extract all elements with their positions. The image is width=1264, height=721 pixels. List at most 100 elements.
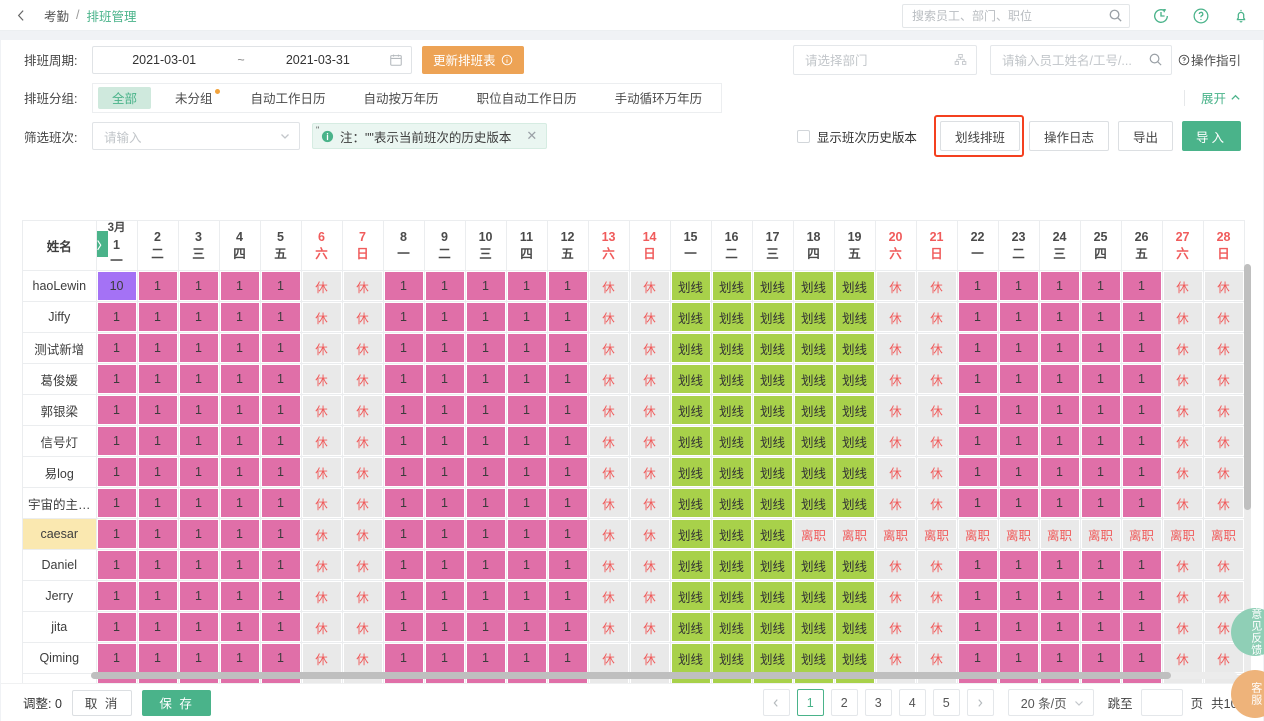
shift-cell[interactable]: 1 (219, 271, 260, 302)
shift-cell[interactable]: 划线 (711, 643, 752, 674)
shift-cell[interactable]: 休 (301, 271, 342, 302)
shift-cell[interactable]: 1 (1121, 426, 1162, 457)
shift-cell[interactable]: 1 (465, 643, 506, 674)
shift-cell[interactable]: 1 (383, 519, 424, 550)
shift-cell[interactable]: 划线 (752, 426, 793, 457)
shift-cell[interactable]: 1 (137, 457, 178, 488)
shift-cell[interactable]: 1 (1080, 643, 1121, 674)
shift-cell[interactable]: 划线 (670, 643, 711, 674)
breadcrumb-root[interactable]: 考勤 (44, 6, 69, 25)
shift-cell[interactable]: 1 (1039, 581, 1080, 612)
shift-cell[interactable]: 1 (219, 364, 260, 395)
page-size-select[interactable]: 20 条/页 (1008, 689, 1094, 716)
shift-cell[interactable]: 1 (1039, 395, 1080, 426)
shift-cell[interactable]: 1 (424, 457, 465, 488)
group-tab-2[interactable]: 自动工作日历 (237, 87, 340, 109)
shift-cell[interactable]: 1 (1121, 364, 1162, 395)
shift-cell[interactable]: 1 (1080, 550, 1121, 581)
shift-cell[interactable]: 休 (916, 643, 957, 674)
shift-cell[interactable]: 休 (629, 426, 670, 457)
shift-cell[interactable]: 划线 (752, 581, 793, 612)
shift-cell[interactable]: 划线 (711, 519, 752, 550)
action-button-0[interactable]: 划线排班 (940, 121, 1020, 151)
horizontal-scrollbar-thumb[interactable] (91, 672, 1171, 679)
close-icon[interactable]: ✕ (526, 128, 537, 144)
shift-cell[interactable]: 休 (1162, 643, 1203, 674)
shift-cell[interactable]: 1 (506, 426, 547, 457)
shift-cell[interactable]: 休 (629, 612, 670, 643)
page-button-3[interactable]: 3 (865, 689, 892, 716)
shift-cell[interactable]: 划线 (834, 550, 875, 581)
shift-cell[interactable]: 1 (178, 519, 219, 550)
shift-cell[interactable]: 1 (424, 488, 465, 519)
shift-cell[interactable]: 1 (465, 271, 506, 302)
shift-cell[interactable]: 划线 (752, 333, 793, 364)
shift-cell[interactable]: 离职 (1162, 519, 1203, 550)
shift-cell[interactable]: 划线 (670, 519, 711, 550)
shift-cell[interactable]: 划线 (711, 395, 752, 426)
shift-cell[interactable]: 休 (1203, 581, 1244, 612)
shift-cell[interactable]: 休 (875, 612, 916, 643)
group-tab-3[interactable]: 自动按万年历 (350, 87, 453, 109)
page-button-1[interactable]: 1 (797, 689, 824, 716)
shift-cell[interactable]: 1 (178, 457, 219, 488)
shift-cell[interactable]: 1 (465, 488, 506, 519)
shift-cell[interactable]: 1 (1080, 271, 1121, 302)
shift-cell[interactable]: 休 (1203, 550, 1244, 581)
shift-cell[interactable]: 1 (465, 302, 506, 333)
shift-cell[interactable]: 1 (547, 271, 588, 302)
save-button[interactable]: 保 存 (142, 690, 210, 716)
shift-cell[interactable]: 休 (875, 302, 916, 333)
shift-cell[interactable]: 休 (1162, 457, 1203, 488)
shift-cell[interactable]: 休 (1203, 271, 1244, 302)
shift-cell[interactable]: 1 (219, 519, 260, 550)
shift-cell[interactable]: 1 (260, 426, 301, 457)
page-button-5[interactable]: 5 (933, 689, 960, 716)
employee-name-cell[interactable]: Jiffy (23, 302, 97, 333)
shift-cell[interactable]: 1 (383, 395, 424, 426)
shift-cell[interactable]: 1 (96, 519, 137, 550)
shift-cell[interactable]: 1 (1080, 488, 1121, 519)
shift-cell[interactable]: 划线 (834, 488, 875, 519)
shift-cell[interactable]: 划线 (670, 488, 711, 519)
shift-cell[interactable]: 1 (219, 333, 260, 364)
shift-cell[interactable]: 休 (916, 302, 957, 333)
shift-cell[interactable]: 1 (219, 302, 260, 333)
shift-cell[interactable]: 1 (178, 426, 219, 457)
shift-cell[interactable]: 休 (1203, 333, 1244, 364)
employee-name-cell[interactable]: Jerry (23, 581, 97, 612)
shift-cell[interactable]: 离职 (998, 519, 1039, 550)
shift-cell[interactable]: 休 (301, 426, 342, 457)
shift-cell[interactable]: 1 (506, 395, 547, 426)
shift-cell[interactable]: 1 (998, 643, 1039, 674)
shift-cell[interactable]: 1 (547, 457, 588, 488)
shift-cell[interactable]: 划线 (752, 643, 793, 674)
shift-cell[interactable]: 划线 (793, 488, 834, 519)
shift-cell[interactable]: 休 (629, 333, 670, 364)
shift-cell[interactable]: 划线 (711, 302, 752, 333)
shift-cell[interactable]: 1 (424, 550, 465, 581)
shift-cell[interactable]: 休 (588, 550, 629, 581)
shift-cell[interactable]: 1 (465, 550, 506, 581)
shift-cell[interactable]: 1 (137, 426, 178, 457)
shift-cell[interactable]: 休 (916, 271, 957, 302)
shift-cell[interactable]: 离职 (1121, 519, 1162, 550)
employee-name-cell[interactable]: 宇宙的主… (23, 488, 97, 519)
shift-cell[interactable]: 1 (260, 457, 301, 488)
shift-cell[interactable]: 休 (1203, 488, 1244, 519)
shift-cell[interactable]: 1 (383, 457, 424, 488)
shift-cell[interactable]: 休 (301, 519, 342, 550)
employee-name-cell[interactable]: 信号灯 (23, 426, 97, 457)
shift-cell[interactable]: 1 (424, 581, 465, 612)
shift-cell[interactable]: 休 (588, 302, 629, 333)
shift-cell[interactable]: 1 (957, 612, 998, 643)
shift-cell[interactable]: 休 (342, 488, 383, 519)
shift-cell[interactable]: 休 (629, 643, 670, 674)
shift-cell[interactable]: 休 (629, 550, 670, 581)
shift-cell[interactable]: 休 (301, 302, 342, 333)
shift-cell[interactable]: 休 (588, 581, 629, 612)
shift-cell[interactable]: 划线 (670, 426, 711, 457)
shift-cell[interactable]: 1 (137, 550, 178, 581)
shift-cell[interactable]: 休 (629, 395, 670, 426)
shift-cell[interactable]: 1 (137, 395, 178, 426)
